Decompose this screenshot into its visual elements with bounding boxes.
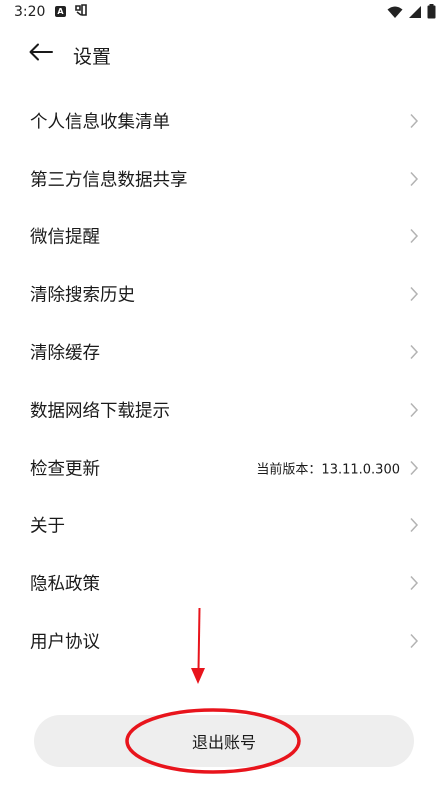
status-time: 3:20 [14, 4, 46, 20]
chevron-right-icon [410, 576, 419, 591]
settings-item-clear-cache[interactable]: 清除缓存 [0, 323, 448, 381]
settings-item-label: 检查更新 [30, 459, 100, 480]
logout-label: 退出账号 [191, 733, 256, 752]
header: 设置 [0, 32, 448, 76]
battery-icon [427, 3, 436, 23]
page-title: 设置 [73, 46, 112, 68]
back-button[interactable] [24, 38, 58, 70]
chevron-right-icon [410, 113, 419, 128]
chevron-right-icon [410, 518, 419, 533]
annotation-arrow-icon [191, 608, 205, 684]
chevron-right-icon [410, 229, 419, 244]
current-version-text: 当前版本：13.11.0.300 [256, 462, 400, 478]
logout-button[interactable]: 退出账号 [34, 715, 414, 767]
settings-item-clear-search-history[interactable]: 清除搜索历史 [0, 265, 448, 323]
arrow-left-icon [29, 43, 53, 65]
settings-item-privacy-policy[interactable]: 隐私政策 [0, 554, 448, 612]
settings-item-label: 隐私政策 [30, 574, 100, 595]
notification-a-icon: A [55, 6, 66, 17]
app-notification-icon [74, 3, 88, 21]
settings-item-label: 用户协议 [30, 632, 100, 653]
status-right-icons [387, 3, 436, 23]
chevron-right-icon [410, 345, 419, 360]
chevron-right-icon [410, 171, 419, 186]
settings-item-label: 微信提醒 [30, 227, 100, 248]
chevron-right-icon [410, 287, 419, 302]
settings-item-user-agreement[interactable]: 用户协议 [0, 612, 448, 670]
settings-item-third-party-sharing[interactable]: 第三方信息数据共享 [0, 150, 448, 208]
settings-list: 个人信息收集清单 第三方信息数据共享 微信提醒 清除搜索历史 清除缓存 数据网络… [0, 92, 448, 670]
settings-item-label: 关于 [30, 516, 65, 537]
status-bar: 3:20 A [0, 0, 448, 28]
settings-item-label: 个人信息收集清单 [30, 112, 170, 133]
settings-item-check-update[interactable]: 检查更新 当前版本：13.11.0.300 [0, 439, 448, 497]
settings-item-personal-info-list[interactable]: 个人信息收集清单 [0, 92, 448, 150]
chevron-right-icon [410, 634, 419, 649]
signal-icon [408, 4, 422, 23]
settings-item-label: 数据网络下载提示 [30, 401, 170, 422]
settings-item-mobile-data-download-prompt[interactable]: 数据网络下载提示 [0, 381, 448, 439]
settings-item-label: 清除缓存 [30, 343, 100, 364]
chevron-right-icon [410, 402, 419, 417]
settings-item-label: 清除搜索历史 [30, 285, 135, 306]
settings-item-wechat-reminder[interactable]: 微信提醒 [0, 208, 448, 266]
settings-item-about[interactable]: 关于 [0, 497, 448, 555]
settings-item-label: 第三方信息数据共享 [30, 170, 188, 191]
chevron-right-icon [410, 460, 419, 475]
wifi-icon [387, 4, 403, 23]
